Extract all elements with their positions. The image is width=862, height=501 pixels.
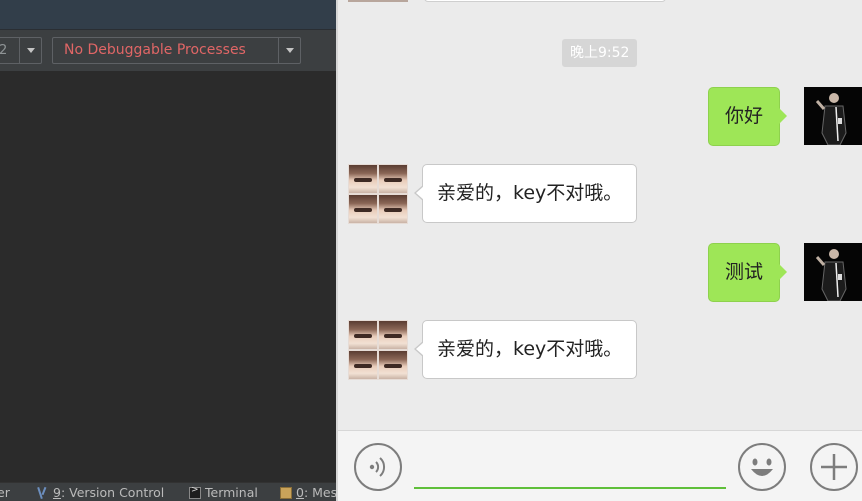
avatar-figure-icon: [804, 243, 862, 301]
avatar-tile: [348, 164, 378, 194]
avatar: [348, 0, 408, 2]
messages-key: 0: [296, 485, 304, 500]
device-selector-value: 2: [0, 43, 8, 58]
message-bubble[interactable]: 亲爱的，key不对哦。: [413, 164, 638, 223]
ide-title-strip: [0, 0, 336, 30]
avatar-tile: [348, 194, 378, 224]
device-selector[interactable]: 2: [0, 37, 42, 64]
ide-panel: 2 No Debuggable Processes er 9: Version …: [0, 0, 336, 501]
avatar-tile: [378, 164, 408, 194]
avatar-tile: [348, 350, 378, 380]
process-selector-value: No Debuggable Processes: [64, 42, 246, 58]
logcat-toolbar: 2 No Debuggable Processes: [0, 30, 336, 72]
version-control-label: 9: Version Control: [53, 485, 164, 500]
version-control-text: : Version Control: [60, 485, 165, 500]
avatar-tile: [378, 194, 408, 224]
avatar[interactable]: [804, 243, 862, 301]
plus-icon: [821, 454, 847, 480]
statusbar-item-label: er: [0, 485, 10, 500]
emoji-button[interactable]: [738, 443, 786, 491]
tool-window-version-control[interactable]: 9: Version Control: [37, 485, 164, 500]
ide-statusbar: er 9: Version Control Terminal 0: Mes: [0, 482, 336, 501]
message-bubble[interactable]: 测试: [708, 243, 788, 302]
message-timestamp: 晚上9:52: [562, 39, 638, 67]
version-control-key: 9: [53, 485, 61, 500]
message-bubble[interactable]: 亲爱的，key不对哦。: [413, 320, 638, 379]
avatar-tile: [348, 320, 378, 350]
voice-button[interactable]: [354, 443, 402, 491]
terminal-icon: [189, 485, 201, 499]
message-input[interactable]: [414, 487, 726, 489]
version-control-icon: [37, 487, 49, 499]
emoji-icon: [751, 458, 773, 476]
chat-input-bar: [338, 430, 862, 501]
logcat-output[interactable]: [0, 72, 336, 482]
messages-icon: [280, 486, 292, 499]
avatar[interactable]: [348, 320, 408, 380]
avatar[interactable]: [348, 164, 408, 224]
chevron-down-icon[interactable]: [278, 38, 300, 63]
terminal-label: Terminal: [205, 485, 258, 500]
tool-window-messages[interactable]: 0: Mes: [280, 485, 336, 500]
more-button[interactable]: [810, 443, 858, 491]
message-bubble[interactable]: 你好: [708, 87, 788, 146]
voice-icon: [369, 457, 386, 477]
tool-window-terminal[interactable]: Terminal: [189, 485, 258, 500]
chevron-down-icon[interactable]: [19, 38, 41, 63]
message-bubble: [424, 0, 666, 2]
chat-window: 晚上9:52 你好 亲爱的，key不对哦。 测试 亲爱的，key不对哦。: [338, 0, 862, 501]
avatar-tile: [378, 350, 408, 380]
statusbar-item-partial[interactable]: er: [0, 485, 10, 500]
messages-label: 0: Mes: [296, 485, 336, 500]
avatar-tile: [378, 320, 408, 350]
process-selector[interactable]: No Debuggable Processes: [52, 37, 301, 64]
avatar[interactable]: [804, 87, 862, 145]
avatar-figure-icon: [804, 87, 862, 145]
messages-text: : Mes: [303, 485, 336, 500]
